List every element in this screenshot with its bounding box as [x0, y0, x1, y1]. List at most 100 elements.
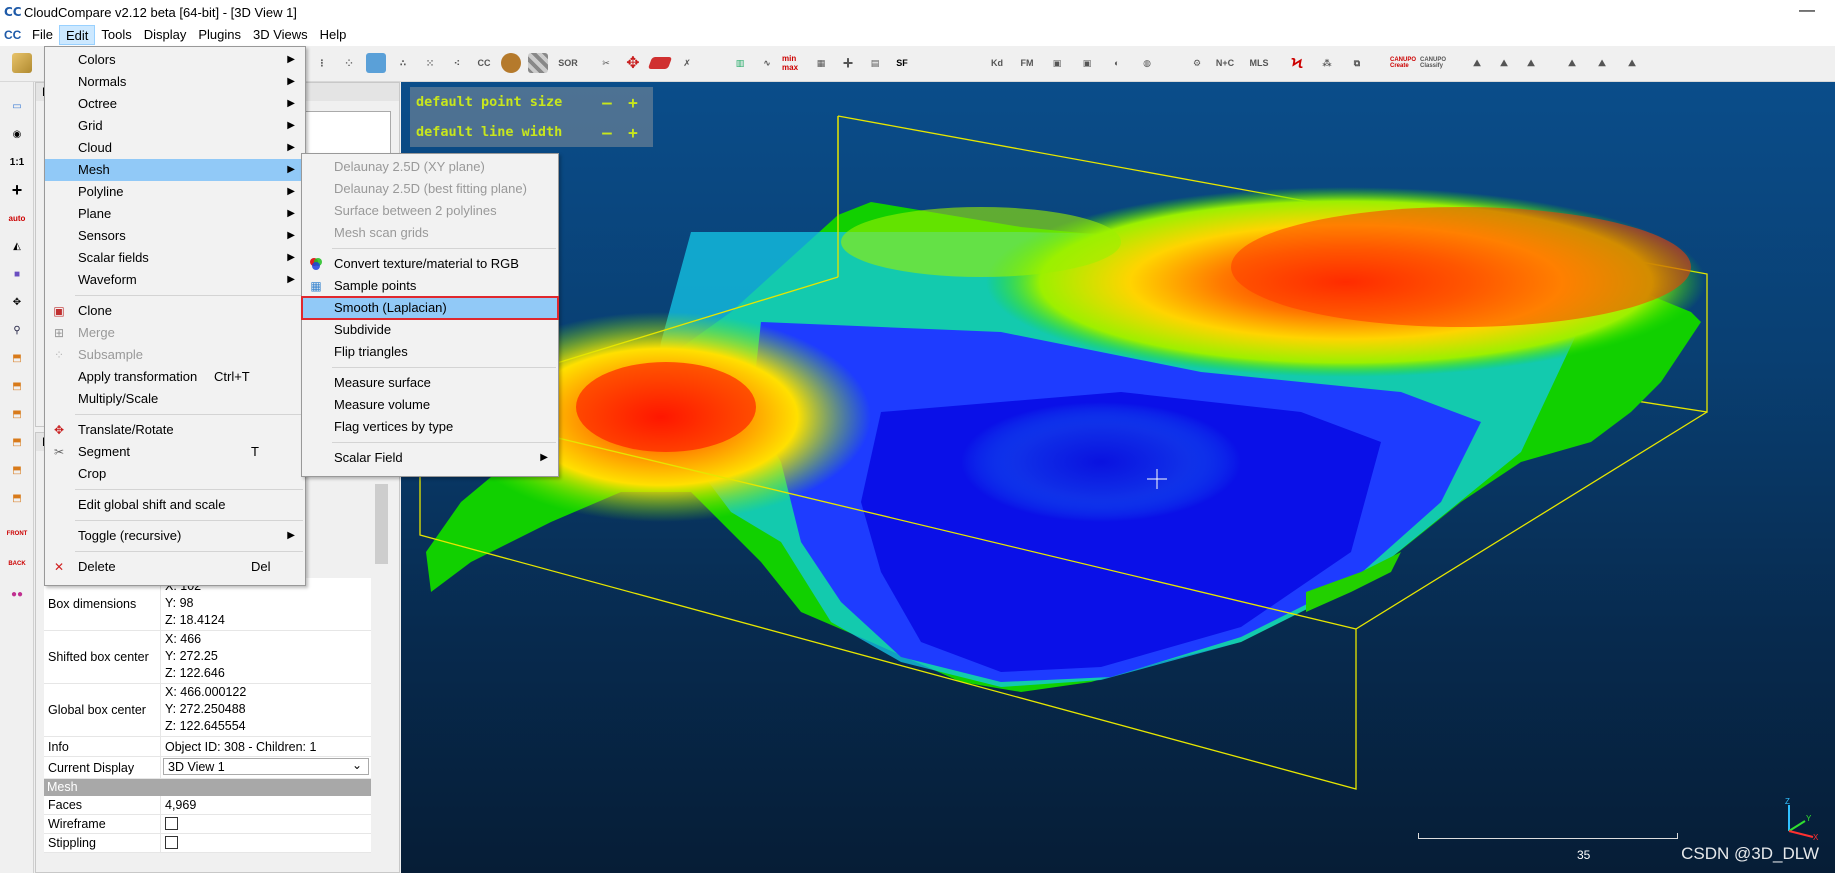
register-icon[interactable]: ⧉ [1345, 51, 1369, 75]
stereo-icon[interactable]: ●● [5, 582, 29, 606]
point-size-decrease-button[interactable]: — [594, 93, 620, 112]
menu-item-waveform[interactable]: Waveform ▶ [45, 269, 305, 291]
front-view-icon[interactable]: FRONT [5, 522, 29, 546]
menu-item-delaunay-best-fit[interactable]: Delaunay 2.5D (best fitting plane) [302, 178, 558, 200]
sor-filter-icon[interactable]: SOR [553, 51, 583, 75]
sf-grid-icon[interactable]: ▦ [809, 51, 833, 75]
min-max-icon[interactable]: min max [782, 51, 806, 75]
move-icon[interactable]: ✥ [5, 290, 29, 314]
menu-item-multiply-scale[interactable]: Multiply/Scale [45, 388, 305, 410]
histogram-icon[interactable]: ▥ [728, 51, 752, 75]
menu-item-sample-points[interactable]: ▦ Sample points [302, 275, 558, 297]
menu-item-segment[interactable]: ✂ Segment T [45, 441, 305, 463]
scrollbar-thumb[interactable] [375, 484, 388, 564]
gaussian-icon[interactable]: ∿ [755, 51, 779, 75]
menu-tools[interactable]: Tools [95, 25, 137, 45]
menu-item-crop[interactable]: Crop [45, 463, 305, 485]
facet-icon[interactable]: FM [1015, 51, 1039, 75]
menu-item-toggle-recursive[interactable]: Toggle (recursive) ▶ [45, 525, 305, 547]
view-bottom-icon[interactable]: ⬒ [5, 486, 29, 510]
menu-item-delaunay-xy[interactable]: Delaunay 2.5D (XY plane) [302, 156, 558, 178]
canupo-classify-icon[interactable]: CANUPO Classify [1420, 51, 1448, 75]
checker-icon[interactable] [526, 51, 550, 75]
menu-help[interactable]: Help [314, 25, 353, 45]
menu-item-scalar-field[interactable]: Scalar Field ▶ [302, 447, 558, 469]
view-top-icon[interactable]: ⬒ [5, 346, 29, 370]
back-view-icon[interactable]: BACK [5, 552, 29, 576]
perspective-icon[interactable]: ◭ [5, 234, 29, 258]
magnifier-icon[interactable]: ⚲ [5, 318, 29, 342]
translate-rotate-icon[interactable]: ✥ [621, 51, 645, 75]
camera-icon[interactable]: ◉ [5, 122, 29, 146]
pcv-icon-6[interactable]: ⛰ [1620, 51, 1644, 75]
menu-item-flag-vertices[interactable]: Flag vertices by type [302, 416, 558, 438]
add-sf-icon[interactable]: + [836, 51, 860, 75]
view-right-icon[interactable]: ⬒ [5, 458, 29, 482]
grid-icon-a[interactable]: ▣ [1045, 51, 1069, 75]
ransac-icon[interactable]: ⁂ [1315, 51, 1339, 75]
menu-item-apply-transformation[interactable]: Apply transformation Ctrl+T [45, 366, 305, 388]
menu-item-flip-triangles[interactable]: Flip triangles [302, 341, 558, 363]
menu-item-grid[interactable]: Grid ▶ [45, 115, 305, 137]
menu-item-sensors[interactable]: Sensors ▶ [45, 225, 305, 247]
kdtree-icon[interactable]: Kd [985, 51, 1009, 75]
properties-scrollbar[interactable] [373, 460, 390, 868]
pcv-icon-1[interactable]: ⛰ [1465, 51, 1489, 75]
screen-icon[interactable]: ▭ [5, 94, 29, 118]
stippling-checkbox[interactable] [165, 836, 178, 849]
menu-item-edit-global-shift[interactable]: Edit global shift and scale [45, 494, 305, 516]
menu-item-mesh[interactable]: Mesh ▶ [45, 159, 305, 181]
menu-item-plane[interactable]: Plane ▶ [45, 203, 305, 225]
menu-edit[interactable]: Edit [58, 25, 96, 45]
menu-item-normals[interactable]: Normals ▶ [45, 71, 305, 93]
menu-file[interactable]: File [26, 25, 59, 45]
point-size-increase-button[interactable]: + [620, 93, 646, 112]
cube-icon[interactable]: ■ [5, 262, 29, 286]
grid-icon-b[interactable]: ▣ [1075, 51, 1099, 75]
menu-3d-views[interactable]: 3D Views [247, 25, 314, 45]
wireframe-checkbox[interactable] [165, 817, 178, 830]
menu-item-mesh-scan-grids[interactable]: Mesh scan grids [302, 222, 558, 244]
open-file-icon[interactable] [10, 51, 34, 75]
menu-plugins[interactable]: Plugins [192, 25, 247, 45]
cross-section-icon[interactable]: ✗ [675, 51, 699, 75]
segment-tool-icon[interactable]: ✂ [594, 51, 618, 75]
plane-icon[interactable] [647, 51, 673, 75]
menu-item-cloud[interactable]: Cloud ▶ [45, 137, 305, 159]
scatter-icon[interactable]: ⁙ [418, 51, 442, 75]
distance-icon[interactable]: ⁖ [445, 51, 469, 75]
calculator-icon[interactable]: ▤ [863, 51, 887, 75]
shade-icon[interactable]: ◐ [1105, 51, 1129, 75]
view-back-icon[interactable]: ⬒ [5, 430, 29, 454]
n-plus-c-icon[interactable]: N+C [1212, 51, 1238, 75]
pcv-icon-5[interactable]: ⛰ [1590, 51, 1614, 75]
menu-item-subdivide[interactable]: Subdivide [302, 319, 558, 341]
menu-item-measure-volume[interactable]: Measure volume [302, 394, 558, 416]
menu-item-surface-between-polylines[interactable]: Surface between 2 polylines [302, 200, 558, 222]
cc-compare-icon[interactable]: CC [472, 51, 496, 75]
menu-item-subsample[interactable]: ⁘ Subsample [45, 344, 305, 366]
app-menu-icon[interactable]: CC [4, 28, 21, 42]
menu-item-clone[interactable]: ▣ Clone [45, 300, 305, 322]
minimize-button[interactable]: — [1799, 2, 1815, 20]
subsample-icon[interactable] [364, 51, 388, 75]
center-icon[interactable]: + [5, 178, 29, 202]
3d-view[interactable]: default point size — + default line widt… [401, 82, 1835, 873]
gear-icon[interactable]: ⚙ [1185, 51, 1209, 75]
menu-item-measure-surface[interactable]: Measure surface [302, 372, 558, 394]
auto-pick-icon[interactable]: auto [5, 206, 29, 230]
pcv-icon-2[interactable]: ⛰ [1492, 51, 1516, 75]
menu-item-octree[interactable]: Octree ▶ [45, 93, 305, 115]
sf-color-scale-icon[interactable]: SF [890, 51, 914, 75]
menu-item-delete[interactable]: ✕ Delete Del [45, 556, 305, 578]
sphere-icon[interactable]: ◍ [1135, 51, 1159, 75]
menu-item-translate-rotate[interactable]: ✥ Translate/Rotate [45, 419, 305, 441]
current-display-select[interactable]: 3D View 1 [163, 757, 369, 775]
point-picking-icon[interactable]: ⋮ [310, 51, 334, 75]
hough-icon[interactable]: Ϟ [1285, 51, 1309, 75]
menu-item-scalar-fields[interactable]: Scalar fields ▶ [45, 247, 305, 269]
sample-points-icon[interactable]: ⁘ [337, 51, 361, 75]
view-left-icon[interactable]: ⬒ [5, 402, 29, 426]
menu-item-polyline[interactable]: Polyline ▶ [45, 181, 305, 203]
line-width-increase-button[interactable]: + [620, 123, 646, 142]
